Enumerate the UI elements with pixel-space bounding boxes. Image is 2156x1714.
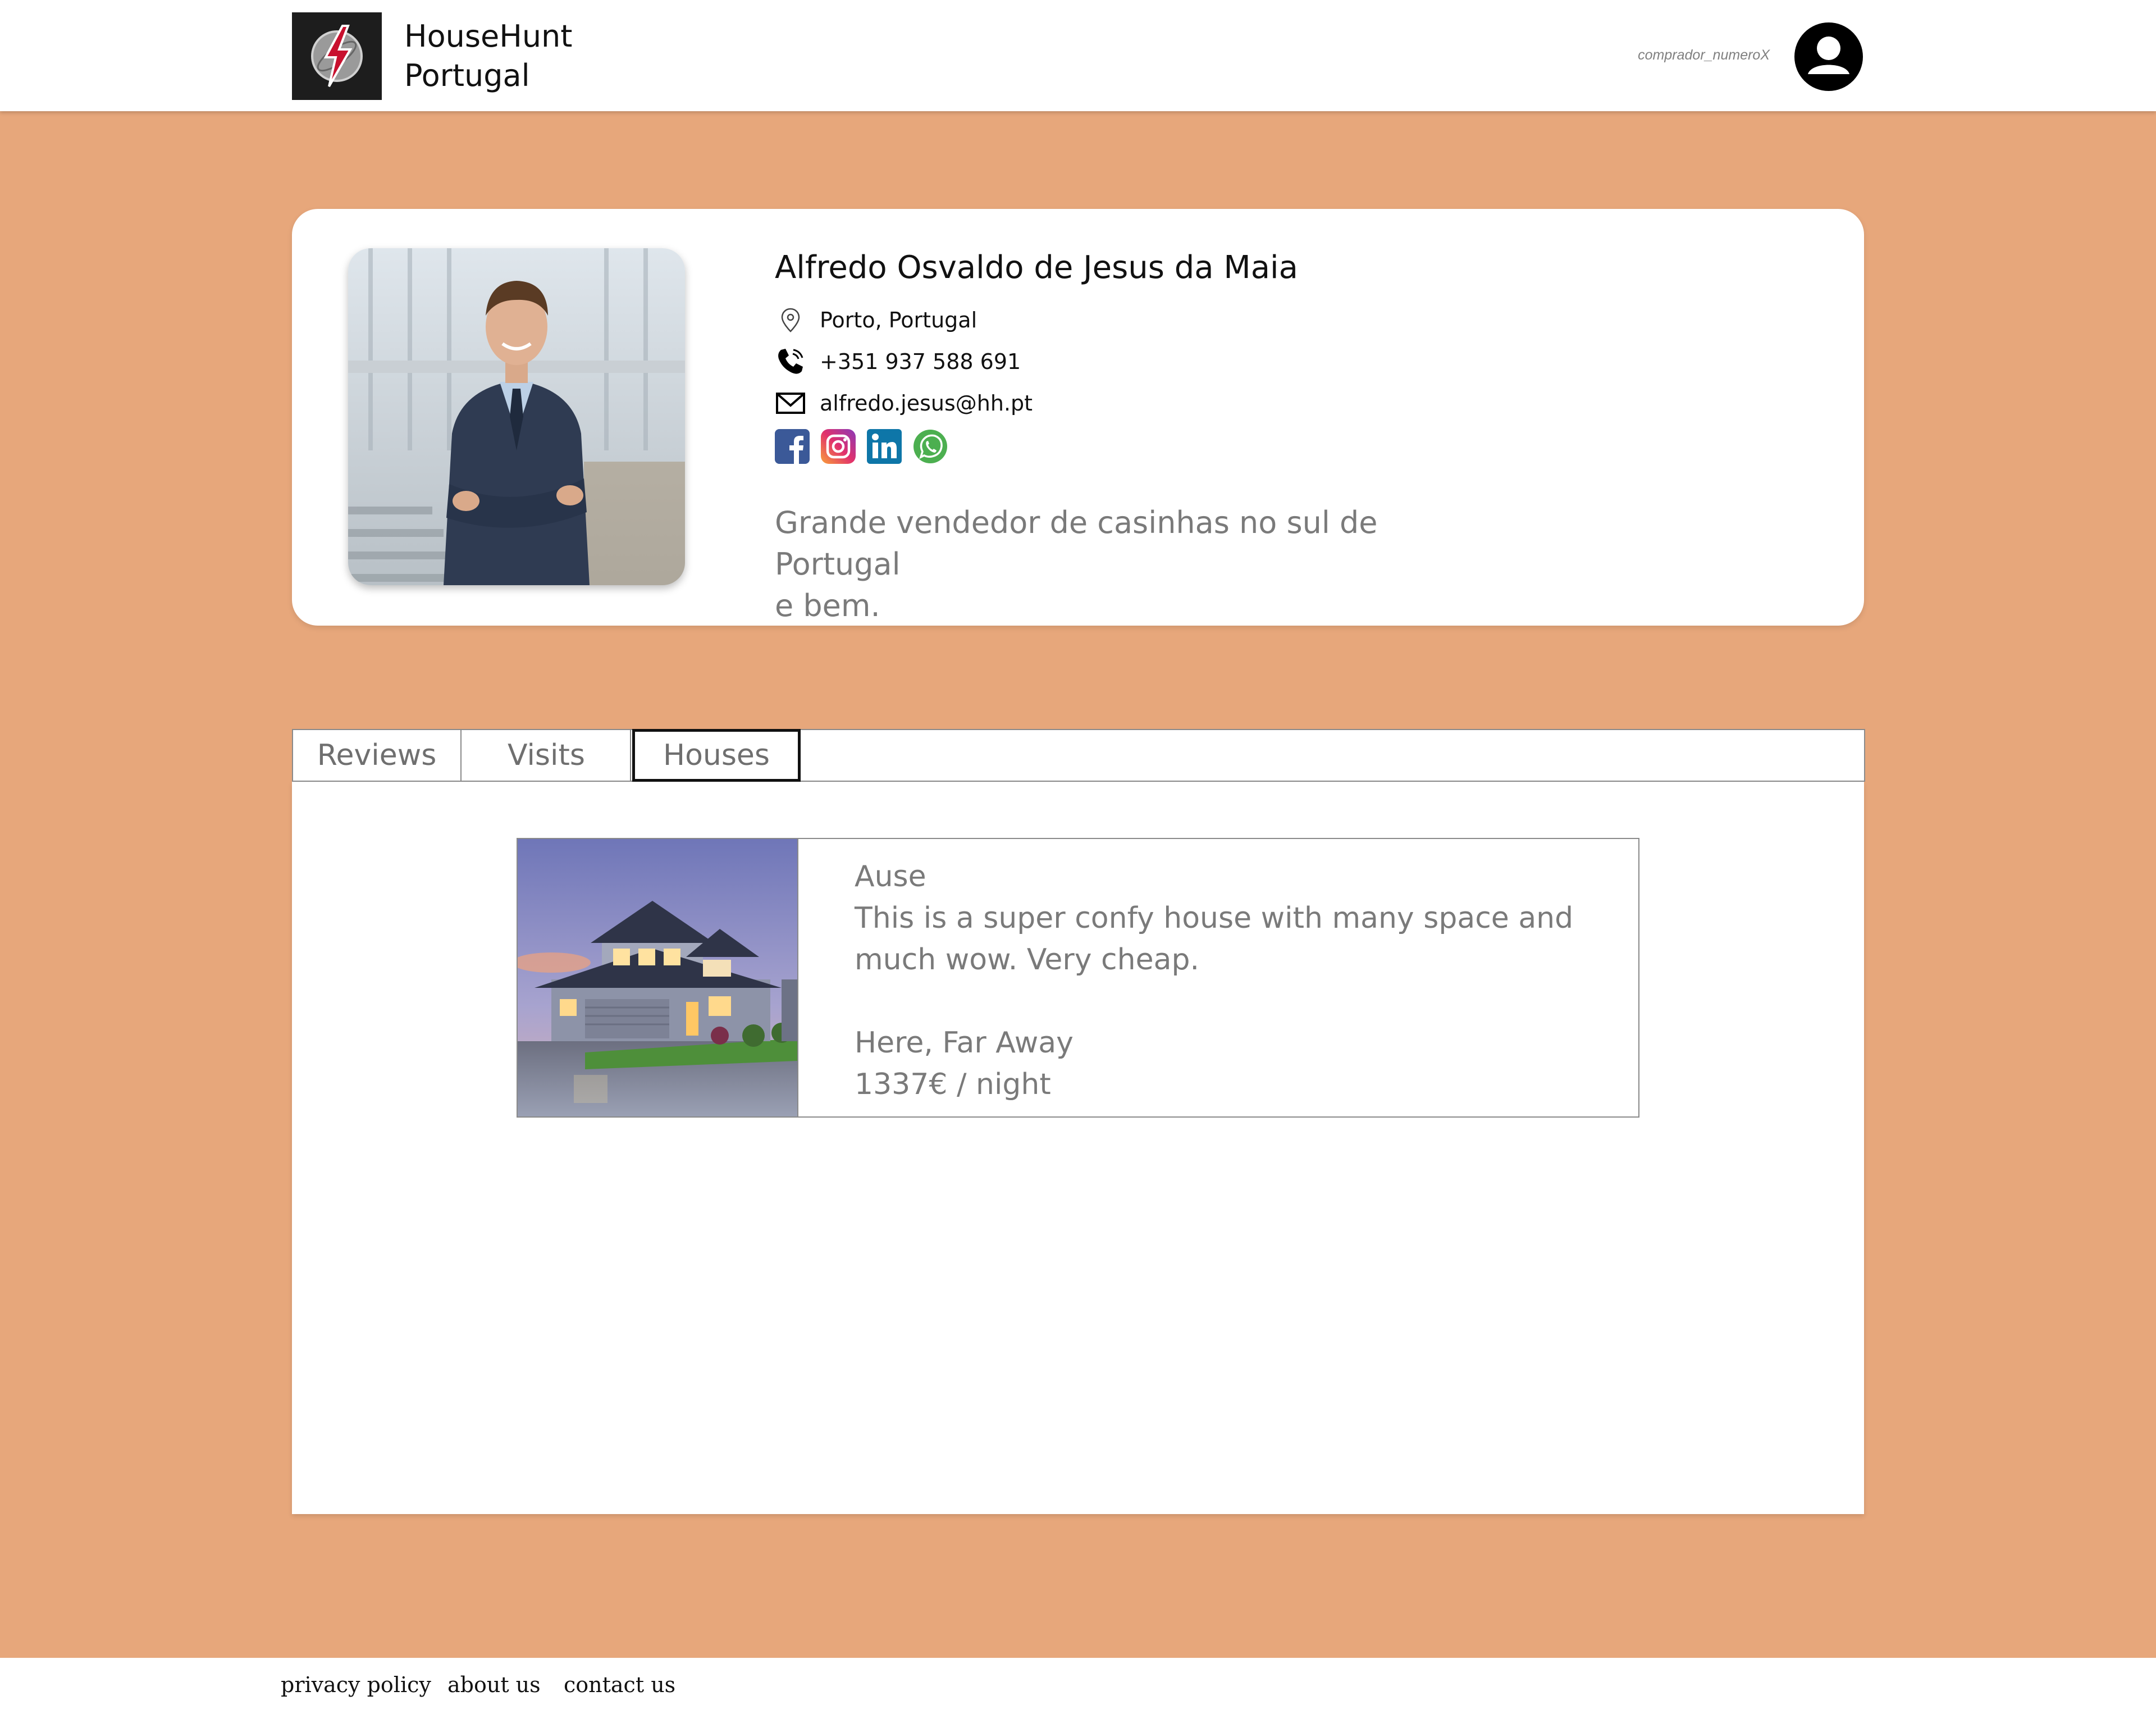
tab-bar: Reviews Visits Houses xyxy=(292,729,1865,782)
tab-reviews[interactable]: Reviews xyxy=(293,730,462,781)
about-us-link[interactable]: about us xyxy=(447,1672,541,1697)
house-title: Ause xyxy=(855,860,926,894)
bio-line-2: e bem. xyxy=(775,588,880,623)
house-details: Ause This is a super confy house with ma… xyxy=(855,856,1618,1105)
logo[interactable] xyxy=(292,12,382,100)
profile-bio: Grande vendedor de casinhas no sul de Po… xyxy=(775,502,1460,627)
username-label: comprador_numeroX xyxy=(1638,47,1770,63)
house-photo xyxy=(518,839,798,1116)
whatsapp-icon[interactable] xyxy=(913,429,948,464)
house-description: This is a super confy house with many sp… xyxy=(855,901,1574,977)
envelope-icon xyxy=(775,388,806,419)
lightning-bolt-logo-icon xyxy=(311,25,363,87)
location-row: Porto, Portugal xyxy=(775,304,977,336)
email-row[interactable]: alfredo.jesus@hh.pt xyxy=(775,388,1033,419)
tab-content-panel: Ause This is a super confy house with ma… xyxy=(292,782,1864,1514)
linkedin-icon[interactable] xyxy=(867,429,902,464)
tab-houses[interactable]: Houses xyxy=(632,729,801,782)
privacy-policy-link[interactable]: privacy policy xyxy=(281,1672,431,1697)
facebook-icon[interactable] xyxy=(775,429,810,464)
profile-name: Alfredo Osvaldo de Jesus da Maia xyxy=(775,249,1298,286)
brand-name[interactable]: HouseHunt Portugal xyxy=(404,17,572,95)
location-text: Porto, Portugal xyxy=(820,308,977,332)
house-location: Here, Far Away xyxy=(855,1026,1074,1060)
contact-us-link[interactable]: contact us xyxy=(564,1672,675,1697)
bio-line-1: Grande vendedor de casinhas no sul de Po… xyxy=(775,505,1378,582)
instagram-icon[interactable] xyxy=(821,429,856,464)
user-avatar-icon[interactable] xyxy=(1794,22,1863,91)
tab-visits[interactable]: Visits xyxy=(463,730,631,781)
phone-row[interactable]: +351 937 588 691 xyxy=(775,346,1021,377)
top-navbar: HouseHunt Portugal comprador_numeroX xyxy=(0,0,2156,111)
profile-photo xyxy=(348,248,685,585)
footer: privacy policy about us contact us xyxy=(0,1658,2156,1714)
location-pin-icon xyxy=(775,304,806,336)
brand-line-2: Portugal xyxy=(404,58,530,93)
house-listing-card[interactable]: Ause This is a super confy house with ma… xyxy=(517,838,1639,1118)
house-price: 1337€ / night xyxy=(855,1068,1051,1101)
phone-text: +351 937 588 691 xyxy=(820,349,1021,374)
brand-line-1: HouseHunt xyxy=(404,19,573,54)
social-links xyxy=(775,429,948,464)
profile-card: Alfredo Osvaldo de Jesus da Maia Porto, … xyxy=(292,209,1864,626)
email-text: alfredo.jesus@hh.pt xyxy=(820,391,1033,416)
phone-icon xyxy=(775,346,806,377)
